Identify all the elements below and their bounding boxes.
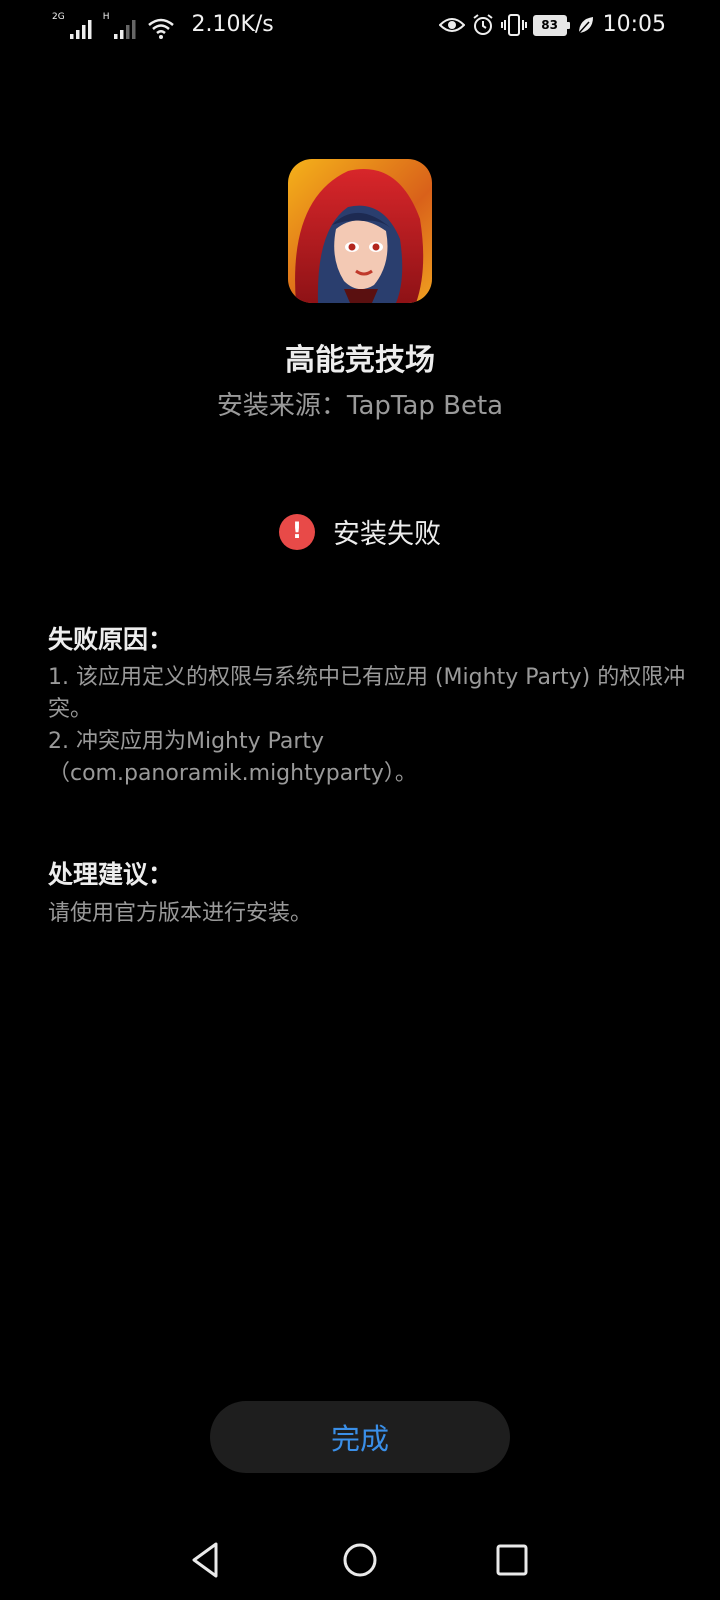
app-name: 高能竞技场 <box>285 343 435 378</box>
network-speed: 2.10K/s <box>191 12 274 37</box>
recents-icon[interactable] <box>490 1538 534 1582</box>
back-icon[interactable] <box>184 1538 228 1582</box>
failure-reason-line: 2. 冲突应用为Mighty Party（com.panoramik.might… <box>48 729 417 786</box>
home-icon[interactable] <box>338 1538 382 1582</box>
install-result: ! 安装失败 <box>0 512 720 551</box>
vibrate-icon <box>500 14 527 36</box>
wifi-icon <box>148 18 175 39</box>
network-type-label: 2G <box>52 12 65 22</box>
eye-icon <box>438 18 465 32</box>
alarm-icon <box>472 14 493 35</box>
failure-reason-line: 1. 该应用定义的权限与系统中已有应用 (Mighty Party) 的权限冲突… <box>48 665 686 722</box>
install-source: 安装来源：TapTap Beta <box>216 391 504 421</box>
install-failed-screen: 2G H 2.10K/s 83 10:05 高能竞技场 安装来源：TapTap … <box>0 0 720 1600</box>
signal-icon <box>114 20 136 39</box>
failure-reason-body: 1. 该应用定义的权限与系统中已有应用 (Mighty Party) 的权限冲突… <box>48 662 688 790</box>
clock: 10:05 <box>602 12 666 37</box>
navigation-bar <box>0 1520 720 1600</box>
status-left: 2G H 2.10K/s <box>52 10 274 40</box>
network-type-label: H <box>102 12 110 22</box>
advice-body: 请使用官方版本进行安装。 <box>48 901 313 926</box>
error-icon: ! <box>279 513 315 550</box>
status-bar: 2G H 2.10K/s 83 10:05 <box>0 0 720 50</box>
done-button[interactable]: 完成 <box>210 1401 510 1473</box>
battery-icon: 83 <box>532 14 570 36</box>
install-result-text: 安装失败 <box>333 519 441 550</box>
status-right: 83 10:05 <box>438 10 666 40</box>
signal-icon <box>69 20 92 39</box>
app-icon <box>288 159 432 303</box>
leaf-icon <box>578 17 593 34</box>
advice-title: 处理建议： <box>48 860 174 889</box>
failure-reason-title: 失败原因： <box>48 625 174 654</box>
